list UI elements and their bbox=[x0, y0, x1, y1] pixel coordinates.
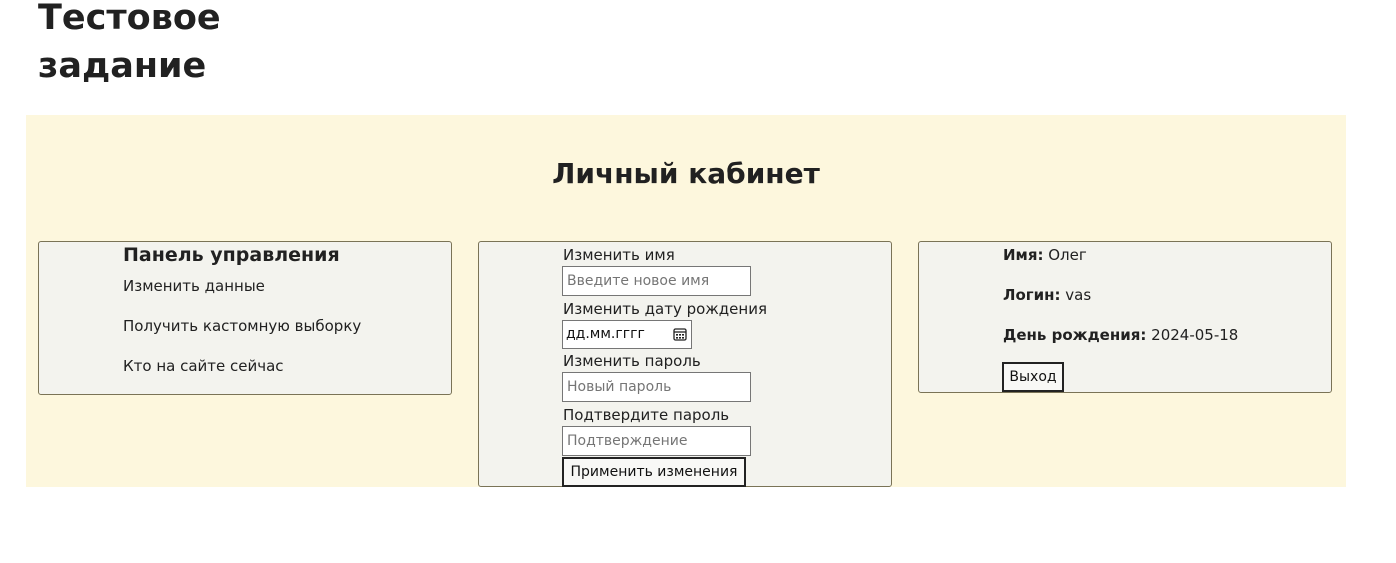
profile-login-value: vas bbox=[1065, 286, 1092, 304]
birthdate-label: Изменить дату рождения bbox=[563, 300, 767, 318]
site-title: Тестовое задание bbox=[38, 0, 221, 86]
profile-name-value: Олег bbox=[1048, 246, 1087, 264]
profile-login-label: Логин: bbox=[1003, 286, 1061, 304]
custom-selection-link[interactable]: Получить кастомную выборку bbox=[123, 317, 361, 335]
confirm-password-input[interactable] bbox=[562, 426, 751, 456]
confirm-password-label: Подтвердите пароль bbox=[563, 406, 730, 424]
profile-birthday-label: День рождения: bbox=[1003, 326, 1147, 344]
logout-button[interactable]: Выход bbox=[1002, 362, 1064, 392]
profile-panel: Имя: Олег Логин: vas День рождения: 2024… bbox=[918, 241, 1332, 393]
birthdate-input[interactable]: дд.мм.гггг bbox=[562, 320, 692, 349]
name-input[interactable] bbox=[562, 266, 751, 296]
name-label: Изменить имя bbox=[563, 246, 675, 264]
control-panel-heading: Панель управления bbox=[123, 244, 340, 266]
profile-name-label: Имя: bbox=[1003, 246, 1044, 264]
password-label: Изменить пароль bbox=[563, 352, 701, 370]
control-panel: Панель управления Изменить данные Получи… bbox=[38, 241, 452, 395]
change-data-link[interactable]: Изменить данные bbox=[123, 277, 265, 295]
profile-name-row: Имя: Олег bbox=[1003, 246, 1087, 264]
new-password-input[interactable] bbox=[562, 372, 751, 402]
account-section: Личный кабинет Панель управления Изменит… bbox=[26, 115, 1346, 487]
calendar-icon[interactable] bbox=[673, 327, 687, 341]
profile-login-row: Логин: vas bbox=[1003, 286, 1091, 304]
account-title: Личный кабинет bbox=[552, 157, 820, 190]
edit-form-panel: Изменить имя Изменить дату рождения дд.м… bbox=[478, 241, 892, 487]
apply-changes-button[interactable]: Применить изменения bbox=[562, 457, 746, 487]
profile-birthday-row: День рождения: 2024-05-18 bbox=[1003, 326, 1238, 344]
birthdate-placeholder: дд.мм.гггг bbox=[566, 326, 645, 342]
profile-birthday-value: 2024-05-18 bbox=[1151, 326, 1239, 344]
who-online-link[interactable]: Кто на сайте сейчас bbox=[123, 357, 284, 375]
